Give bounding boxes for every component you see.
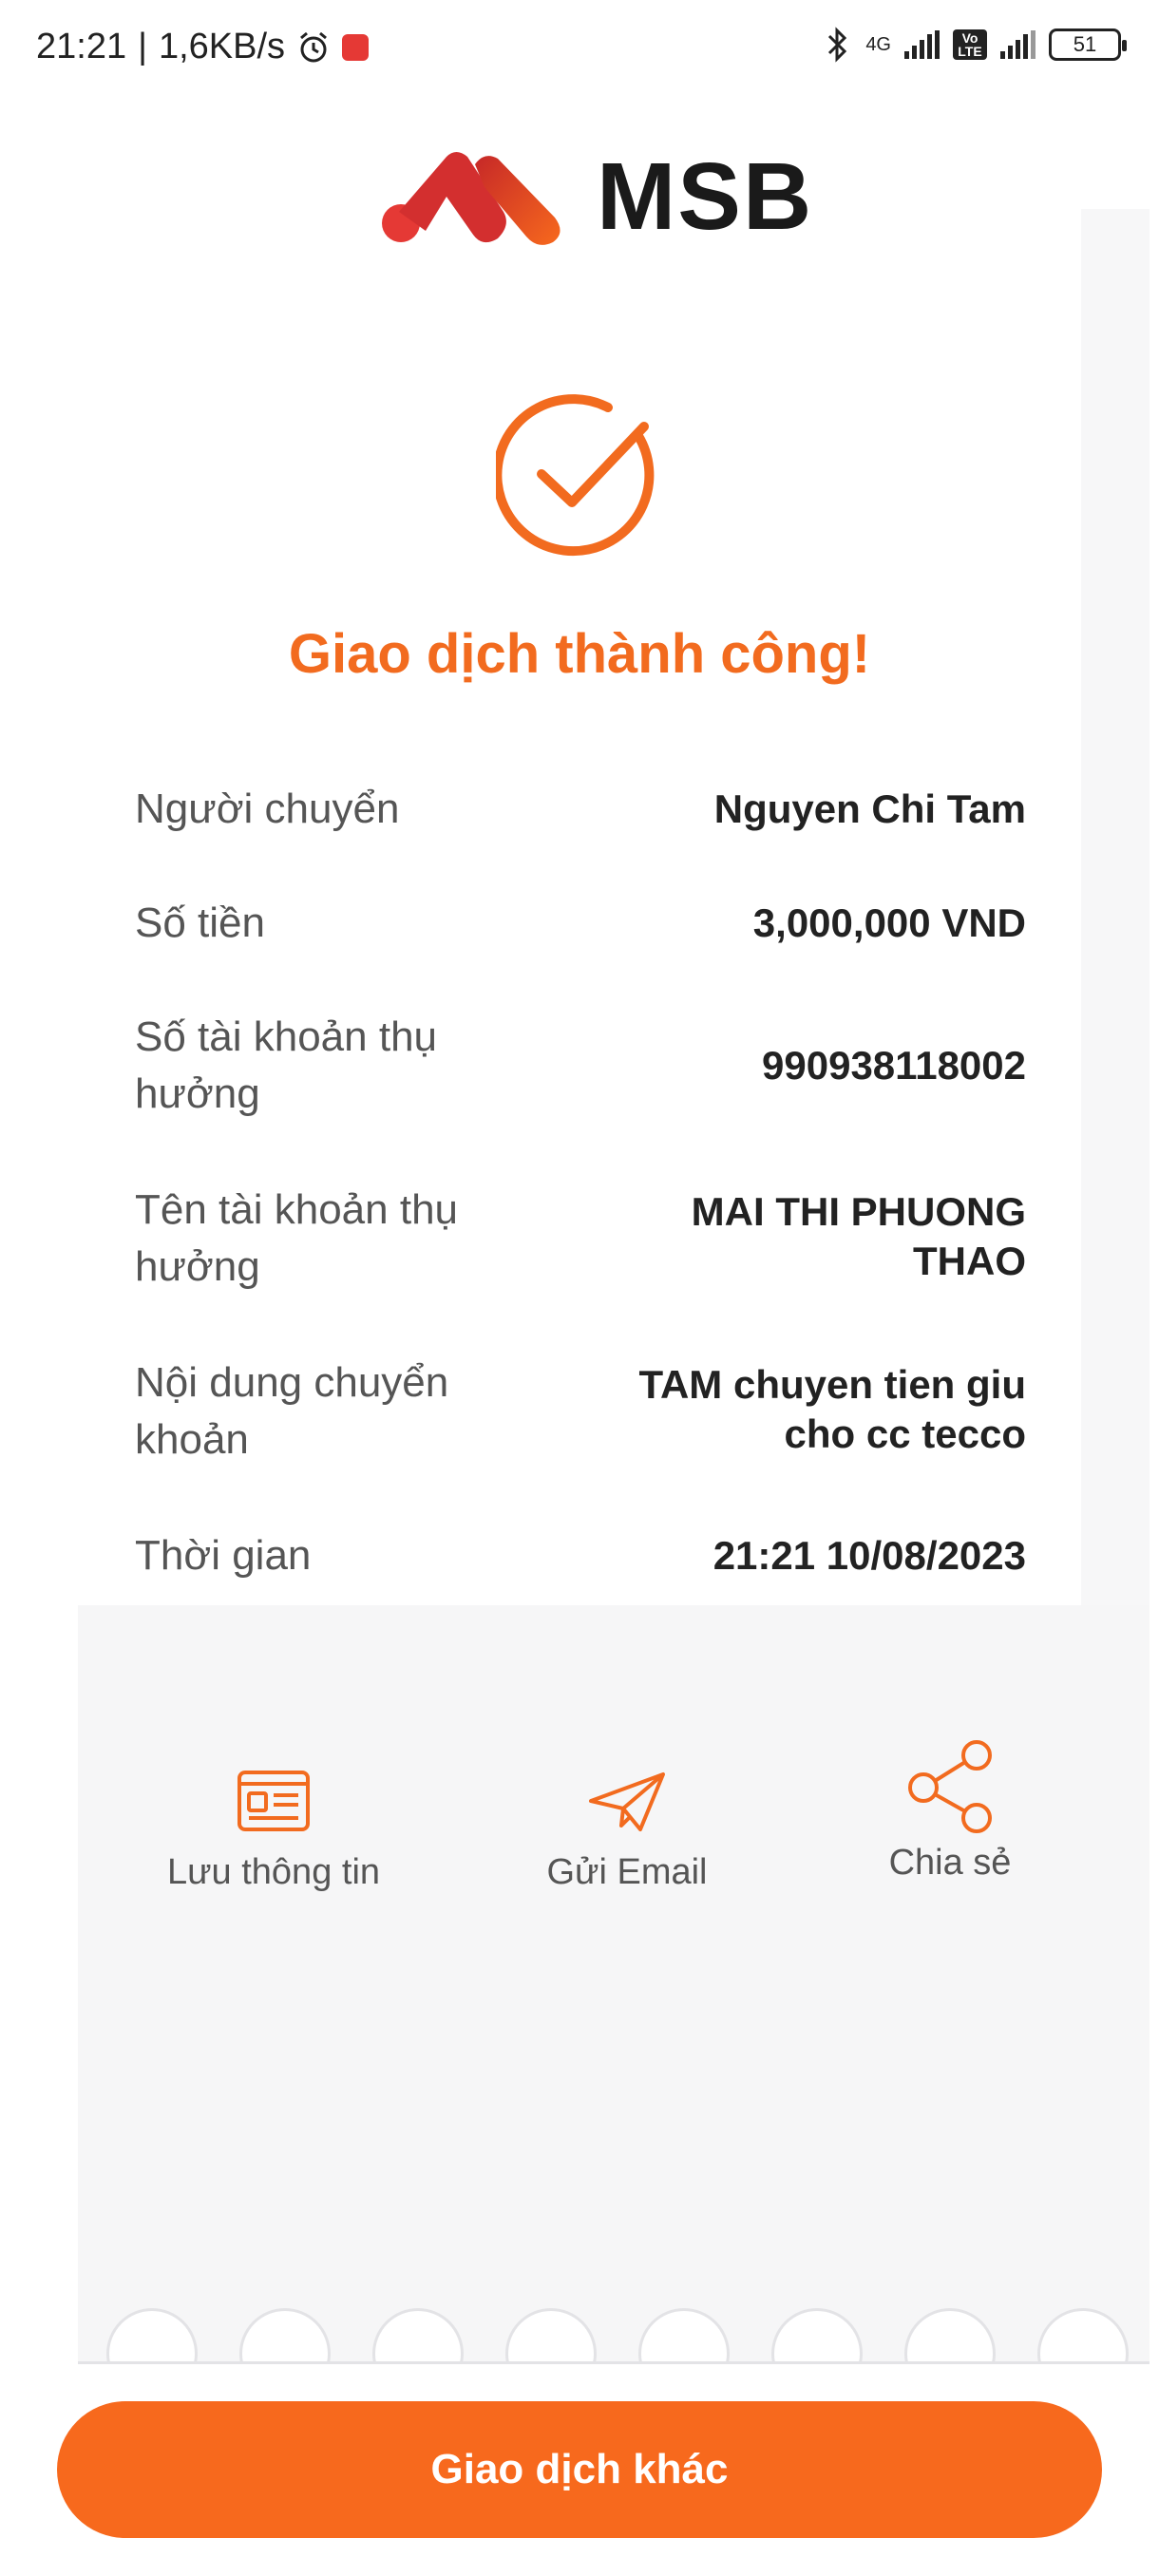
detail-row-beneficiary-account: Số tài khoản thụ hưởng 990938118002 — [135, 1009, 1026, 1123]
share-icon — [908, 1740, 992, 1833]
detail-value: 990938118002 — [762, 1043, 1026, 1088]
detail-label: Thời gian — [135, 1532, 312, 1579]
battery-level: 51 — [1073, 32, 1097, 56]
detail-value: TAM chuyen tien giu cho cc tecco — [638, 1362, 1026, 1456]
volte-icon: Vo LTE — [953, 29, 987, 60]
detail-label: Số tiền — [135, 900, 265, 946]
status-left: 21:21 | 1,6KB/s — [36, 27, 370, 67]
detail-value: 3,000,000 VND — [752, 900, 1026, 945]
check-circle-icon — [496, 394, 655, 557]
save-info-label: Lưu thông tin — [166, 1852, 381, 1892]
save-info-button[interactable]: Lưu thông tin — [160, 1767, 388, 1893]
receipt-edge-line — [78, 2361, 1150, 2364]
detail-label: Tên tài khoản thụ hưởng — [135, 1186, 459, 1290]
save-info-icon — [238, 1771, 310, 1831]
share-label: Chia sẻ — [888, 1843, 1012, 1883]
battery-icon: 51 — [1049, 28, 1127, 61]
status-bar: 21:21 | 1,6KB/s 4G Vo LTE 51 — [0, 0, 1159, 104]
bluetooth-icon — [824, 27, 852, 63]
success-title: Giao dịch thành công! — [288, 623, 871, 685]
detail-value: 21:21 10/08/2023 — [712, 1533, 1026, 1578]
detail-row-beneficiary-name: Tên tài khoản thụ hưởng MAI THI PHUONG T… — [135, 1182, 1026, 1296]
detail-row-amount: Số tiền 3,000,000 VND — [135, 895, 1026, 952]
card-edge — [1081, 209, 1150, 1605]
new-transaction-button[interactable]: Giao dịch khác — [57, 2401, 1102, 2538]
detail-row-sender: Người chuyển Nguyen Chi Tam — [135, 781, 1026, 838]
detail-value: MAI THI PHUONG THAO — [691, 1189, 1026, 1283]
send-email-icon — [589, 1772, 665, 1831]
network-type: 4G — [865, 33, 891, 55]
status-right: 4G Vo LTE 51 — [824, 27, 1127, 63]
alarm-icon — [296, 30, 331, 65]
detail-label: Người chuyển — [135, 786, 400, 832]
network-speed: 1,6KB/s — [158, 27, 286, 66]
detail-value: Nguyen Chi Tam — [713, 786, 1026, 831]
msb-logo: MSB — [380, 142, 813, 252]
detail-row-time: Thời gian 21:21 10/08/2023 — [135, 1527, 1026, 1584]
detail-row-transfer-content: Nội dung chuyển khoản TAM chuyen tien gi… — [135, 1354, 1026, 1468]
brand-name: MSB — [597, 143, 814, 250]
detail-label: Số tài khoản thụ hưởng — [135, 1013, 438, 1117]
send-email-label: Gửi Email — [546, 1852, 708, 1892]
msb-logo-mark-icon — [382, 151, 560, 245]
signal-icon — [904, 30, 940, 59]
status-time: 21:21 — [36, 27, 127, 66]
share-button[interactable]: Chia sẻ — [836, 1738, 1064, 1884]
card-lower — [78, 1605, 1150, 2365]
notification-app-icon — [342, 33, 370, 61]
signal-icon — [1000, 30, 1036, 59]
detail-label: Nội dung chuyển khoản — [135, 1359, 449, 1463]
send-email-button[interactable]: Gửi Email — [513, 1767, 741, 1893]
